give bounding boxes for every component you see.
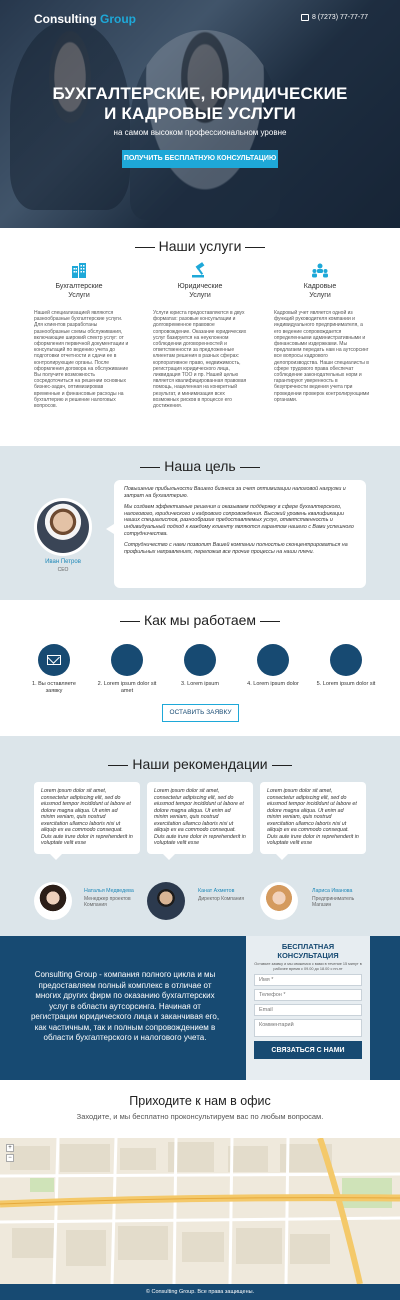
service-description: Нашей специализацией являются разнообраз…	[34, 310, 129, 410]
hero-title: БУХГАЛТЕРСКИЕ, ЮРИДИЧЕСКИЕ И КАДРОВЫЕ УС…	[0, 84, 400, 124]
service-title: Кадровые Услуги	[267, 282, 373, 300]
gavel-icon	[191, 262, 209, 278]
avatar	[147, 882, 185, 920]
services-title-text: Наши услуги	[158, 238, 242, 254]
step-3: 3. Lorem ipsum	[170, 644, 230, 688]
testimonial-quote: Lorem ipsum dolor sit amet, consectetur …	[260, 782, 366, 860]
services-section: Наши услуги Бухгалтерские Услуги Нашей с…	[0, 228, 400, 446]
goal-section: Наша цель Иван Петров CEO Повышение приб…	[0, 446, 400, 600]
goal-title: Наша цель	[0, 458, 400, 474]
ceo-role: CEO	[57, 567, 69, 573]
company-description: Consulting Group - компания полного цикл…	[30, 970, 220, 1042]
service-title: Бухгалтерские Услуги	[26, 282, 132, 300]
service-title-line: Услуги	[189, 292, 211, 299]
testimonial-role: Предприниматель Магазин	[312, 896, 355, 908]
logo[interactable]: Consulting Group	[34, 12, 136, 26]
office-title: Приходите к нам в офис	[129, 1094, 271, 1108]
leave-request-button[interactable]: ОСТАВИТЬ ЗАЯВКУ	[162, 704, 239, 722]
service-title-line: Юридические	[177, 283, 223, 290]
service-title-line: Услуги	[68, 292, 90, 299]
step-circle	[38, 644, 70, 676]
comment-field[interactable]	[254, 1019, 362, 1038]
goal-title-text: Наша цель	[164, 458, 236, 474]
how-we-work-section: Как мы работаем 1. Вы оставляете заявку …	[0, 600, 400, 736]
hero-title-line2: И КАДРОВЫЕ УСЛУГИ	[104, 104, 296, 123]
goal-paragraph: Сотрудничество с нами позволит Вашей ком…	[124, 542, 348, 555]
copyright: © Consulting Group. Все права защищены.	[145, 1289, 255, 1295]
step-circle	[330, 644, 362, 676]
step-5: 5. Lorem ipsum dolor sit	[316, 644, 376, 688]
ceo-avatar	[34, 498, 92, 556]
office-subtitle: Заходите, и мы бесплатно проконсультируе…	[76, 1112, 324, 1121]
service-legal: Юридические Услуги	[147, 262, 253, 300]
hero-subtitle: на самом высоком профессиональном уровне	[113, 128, 287, 137]
avatar	[34, 882, 72, 920]
building-icon	[70, 262, 88, 278]
name-field[interactable]	[254, 974, 362, 987]
office-map[interactable]: + −	[0, 1138, 400, 1284]
testimonial-quote: Lorem ipsum dolor sit amet, consectetur …	[34, 782, 140, 860]
testimonial-quote: Lorem ipsum dolor sit amet, consectetur …	[147, 782, 253, 860]
service-title-line: Услуги	[309, 292, 331, 299]
phone-number: 8 (7273) 77-77-77	[311, 14, 368, 21]
form-title: БЕСПЛАТНАЯ КОНСУЛЬТАЦИЯ	[277, 942, 339, 960]
team-icon	[311, 262, 329, 278]
map-zoom-out-button[interactable]: −	[6, 1154, 14, 1162]
step-label: 4. Lorem ipsum dolor	[247, 681, 299, 687]
mail-icon	[47, 655, 61, 665]
recommendations-section: Наши рекомендации Lorem ipsum dolor sit …	[0, 736, 400, 936]
contact-us-button[interactable]: СВЯЗАТЬСЯ С НАМИ	[254, 1041, 362, 1060]
testimonial-name: Канат Ахметов	[198, 888, 235, 894]
ceo-name: Иван Петров	[45, 559, 81, 565]
services-title: Наши услуги	[0, 238, 400, 254]
service-accounting: Бухгалтерские Услуги	[26, 262, 132, 300]
step-circle	[111, 644, 143, 676]
avatar	[260, 882, 298, 920]
step-circle	[257, 644, 289, 676]
step-4: 4. Lorem ipsum dolor	[243, 644, 303, 688]
map-zoom-in-button[interactable]: +	[6, 1144, 14, 1152]
step-2: 2. Lorem ipsum dolor sit amet	[97, 644, 157, 694]
service-title-line: Бухгалтерские	[55, 283, 103, 290]
service-description: Услуги юриста предоставляются в двух фор…	[153, 310, 247, 410]
email-field[interactable]	[254, 1004, 362, 1017]
step-label: 5. Lorem ipsum dolor sit	[316, 681, 376, 687]
service-title: Юридические Услуги	[147, 282, 253, 300]
recs-title-text: Наши рекомендации	[132, 756, 268, 772]
logo-accent: Group	[100, 12, 136, 26]
phone-field[interactable]	[254, 989, 362, 1002]
cta-section: Consulting Group - компания полного цикл…	[0, 936, 400, 1080]
logo-main: Consulting	[34, 12, 97, 26]
how-title: Как мы работаем	[0, 612, 400, 628]
testimonial-name: Наталья Медведева	[84, 888, 134, 894]
office-section: Приходите к нам в офис Заходите, и мы бе…	[0, 1080, 400, 1138]
step-1: 1. Вы оставляете заявку	[24, 644, 84, 694]
header-phone[interactable]: 8 (7273) 77-77-77	[300, 14, 368, 21]
recs-title: Наши рекомендации	[0, 756, 400, 772]
consultation-form: БЕСПЛАТНАЯ КОНСУЛЬТАЦИЯ Оставьте заявку …	[246, 936, 370, 1080]
testimonial-name: Лариса Иванова	[312, 888, 353, 894]
service-description: Кадровый учет является одной из функций …	[274, 310, 370, 403]
testimonial-role: Директор Компания	[198, 896, 245, 902]
step-label: 1. Вы оставляете заявку	[32, 681, 76, 694]
testimonial-role: Менеджер проектов Компания	[84, 896, 131, 908]
step-circle	[184, 644, 216, 676]
free-consultation-button[interactable]: ПОЛУЧИТЬ БЕСПЛАТНУЮ КОНСУЛЬТАЦИЮ	[122, 150, 278, 168]
goal-quote: Повышение прибыльности Вашего бизнеса за…	[106, 480, 366, 588]
service-hr: Кадровые Услуги	[267, 262, 373, 300]
footer: © Consulting Group. Все права защищены.	[0, 1284, 400, 1300]
phone-icon	[300, 14, 309, 21]
form-note: Оставьте заявку и мы свяжемся с вами в т…	[254, 962, 362, 971]
hero-section: Consulting Group 8 (7273) 77-77-77 БУХГА…	[0, 0, 400, 228]
goal-paragraph: Повышение прибыльности Вашего бизнеса за…	[124, 486, 346, 499]
goal-paragraph: Мы создаем эффективные решения и оказыва…	[124, 504, 354, 537]
how-title-text: Как мы работаем	[143, 612, 257, 628]
map-graphic	[0, 1138, 400, 1284]
hero-title-line1: БУХГАЛТЕРСКИЕ, ЮРИДИЧЕСКИЕ	[52, 84, 348, 103]
ceo-photo	[37, 501, 89, 553]
step-label: 3. Lorem ipsum	[181, 681, 219, 687]
step-label: 2. Lorem ipsum dolor sit amet	[97, 681, 157, 694]
service-title-line: Кадровые	[303, 283, 337, 290]
